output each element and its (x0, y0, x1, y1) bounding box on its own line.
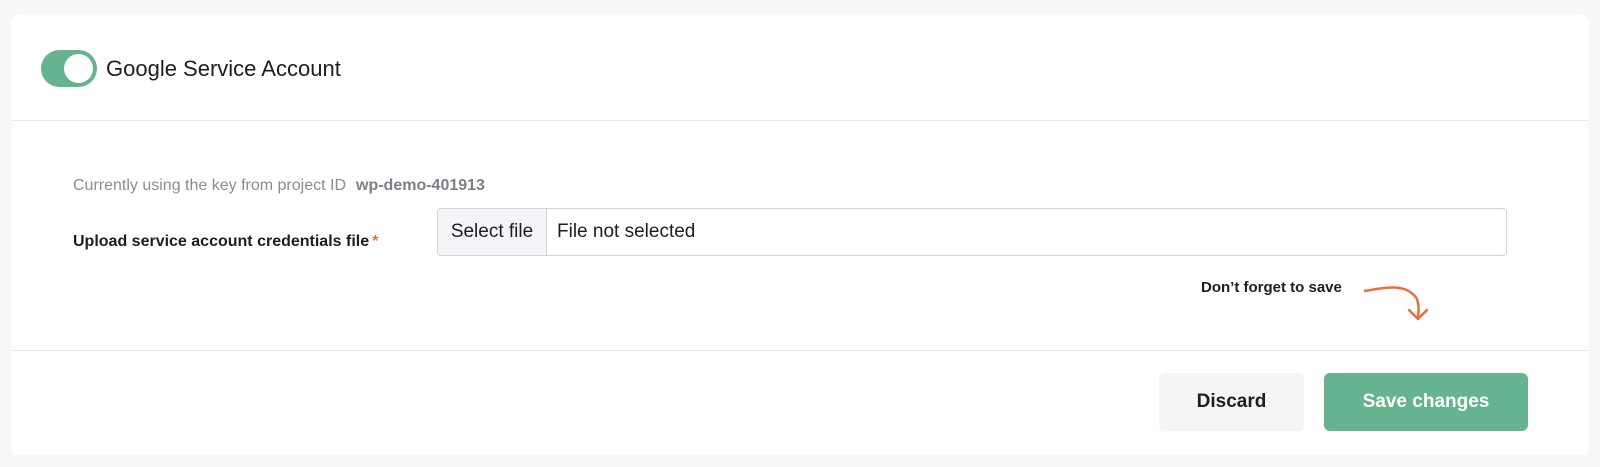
current-key-info: Currently using the key from project ID w… (73, 176, 485, 196)
card-footer: Discard Save changes (11, 352, 1589, 455)
save-reminder: Don’t forget to save (1201, 279, 1342, 296)
settings-card: Google Service Account Currently using t… (11, 15, 1589, 455)
upload-label-text: Upload service account credentials file (73, 233, 370, 250)
service-account-toggle[interactable] (41, 50, 97, 87)
toggle-knob (64, 54, 93, 83)
project-id: wp-demo-401913 (356, 177, 485, 194)
card-body: Currently using the key from project ID w… (11, 122, 1589, 351)
upload-label: Upload service account credentials file * (73, 232, 378, 252)
curved-arrow-down-icon (1363, 286, 1429, 321)
credentials-file-input[interactable]: Select file File not selected (437, 208, 1507, 256)
required-marker: * (372, 233, 379, 250)
section-title: Google Service Account (106, 56, 341, 81)
card-header: Google Service Account (11, 15, 1589, 121)
file-status: File not selected (557, 221, 696, 242)
select-file-button[interactable]: Select file (438, 209, 547, 255)
discard-button[interactable]: Discard (1159, 373, 1304, 431)
current-key-text: Currently using the key from project ID (73, 177, 346, 194)
save-changes-button[interactable]: Save changes (1324, 373, 1528, 431)
